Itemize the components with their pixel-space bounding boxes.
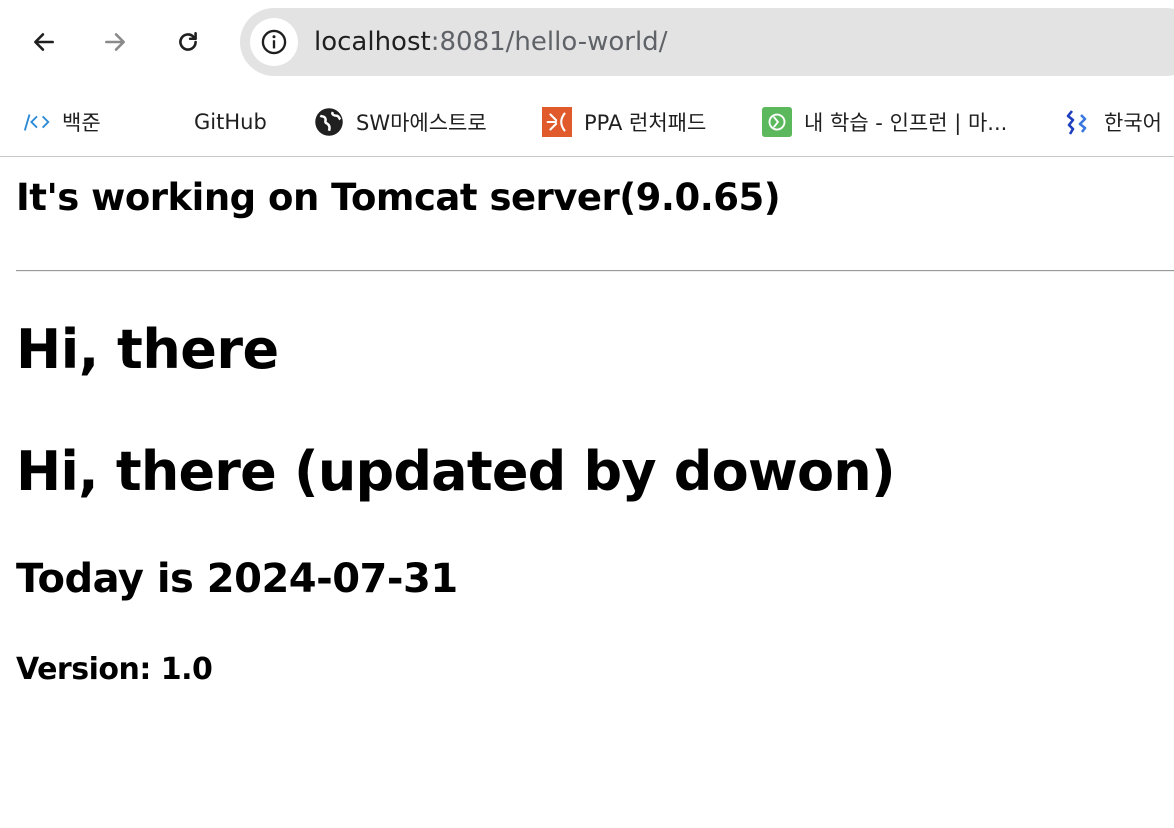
today-heading: Today is 2024-07-31 (16, 556, 458, 602)
bookmark-swmaestro[interactable]: SW마에스트로 (314, 106, 487, 138)
horizontal-rule (16, 270, 1174, 272)
globe-icon (314, 107, 344, 137)
bookmarks-bar: 백준 GitHub SW마에스트로 PPA 런처패드 내 학습 - 인프런 | … (0, 96, 1174, 148)
info-circle-icon (261, 29, 287, 55)
greeting-updated-heading: Hi, there (updated by dowon) (16, 440, 896, 503)
bookmark-korean[interactable]: 한국어 (1064, 106, 1162, 138)
address-bar[interactable]: localhost:8081/hello-world/ (240, 8, 1174, 76)
url-text[interactable]: localhost:8081/hello-world/ (314, 26, 667, 58)
code-brackets-icon (22, 107, 52, 137)
translate-icon (1064, 107, 1094, 137)
bookmark-github[interactable]: GitHub (194, 106, 267, 138)
bookmark-ppa-launchpad[interactable]: PPA 런처패드 (542, 106, 706, 138)
site-info-button[interactable] (250, 18, 298, 66)
url-host: localhost (314, 27, 431, 57)
url-path: :8081/hello-world/ (430, 27, 668, 57)
bookmark-label: GitHub (194, 110, 267, 134)
server-heading: It's working on Tomcat server(9.0.65) (16, 176, 781, 219)
bookmark-label: PPA 런처패드 (584, 111, 707, 135)
bookmark-inflearn[interactable]: 내 학습 - 인프런 | 마... (762, 106, 1007, 138)
greeting-heading: Hi, there (16, 318, 279, 381)
browser-toolbar: localhost:8081/hello-world/ (0, 0, 1174, 86)
forward-button[interactable] (95, 22, 135, 62)
bookmark-label: 내 학습 - 인프런 | 마... (804, 111, 1008, 135)
version-text: Version: 1.0 (16, 652, 213, 687)
reload-button[interactable] (168, 22, 208, 62)
bookmark-label: 백준 (62, 111, 101, 135)
bookmark-label: 한국어 (1104, 111, 1162, 135)
inflearn-icon (762, 107, 792, 137)
bookmark-label: SW마에스트로 (356, 111, 487, 135)
reload-icon (179, 32, 197, 51)
launchpad-icon (542, 107, 572, 137)
toolbar-divider (0, 156, 1174, 157)
arrow-right-icon (105, 33, 125, 51)
bookmark-baekjoon[interactable]: 백준 (22, 106, 101, 138)
back-button[interactable] (24, 22, 64, 62)
arrow-left-icon (34, 33, 54, 51)
